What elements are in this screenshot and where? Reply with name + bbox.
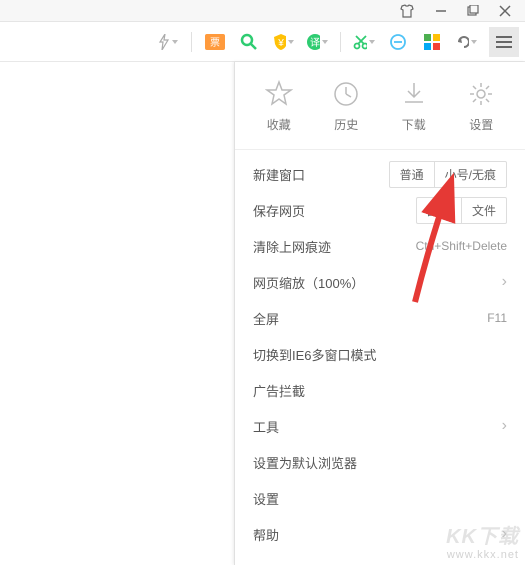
shield-icon[interactable]: ¥ (272, 31, 294, 53)
fullscreen-shortcut: F11 (487, 311, 507, 325)
menu-clear-traces-label: 清除上网痕迹 (253, 237, 331, 256)
settings-label: 设置 (469, 116, 493, 133)
history-label: 历史 (334, 116, 358, 133)
new-window-options: 普通 小号/无痕 (389, 161, 507, 188)
flash-icon[interactable] (157, 31, 179, 53)
undo-icon[interactable] (455, 31, 477, 53)
svg-text:票: 票 (210, 37, 220, 49)
window-titlebar (0, 0, 525, 22)
menu-settings[interactable]: 设置 (235, 480, 525, 516)
save-page-file[interactable]: 文件 (462, 198, 506, 223)
main-menu-panel: 收藏 历史 下载 设置 新建窗口 普通 小号/无痕 保存网页 图片 文件 (234, 62, 525, 565)
svg-text:¥: ¥ (277, 38, 284, 49)
menu-help-label: 帮助 (253, 525, 279, 544)
hamburger-menu-button[interactable] (489, 27, 519, 57)
menu-help[interactable]: 帮助 › (235, 516, 525, 552)
new-window-normal[interactable]: 普通 (390, 162, 435, 187)
menu-fullscreen-label: 全屏 (253, 309, 279, 328)
toolbar: 票 ¥ 译 (0, 22, 525, 62)
chevron-right-icon: › (502, 417, 507, 435)
close-icon[interactable] (499, 5, 511, 17)
menu-adblock-label: 广告拦截 (253, 381, 305, 400)
favorites-label: 收藏 (267, 116, 291, 133)
settings-button[interactable]: 设置 (467, 80, 495, 133)
menu-set-default-label: 设置为默认浏览器 (253, 453, 357, 472)
scissors-icon[interactable] (353, 31, 375, 53)
shirt-icon[interactable] (399, 4, 415, 18)
menu-ie6-mode[interactable]: 切换到IE6多窗口模式 (235, 336, 525, 372)
translate-icon[interactable]: 译 (306, 31, 328, 53)
chevron-right-icon: › (502, 273, 507, 291)
downloads-label: 下载 (402, 116, 426, 133)
menu-ie6-label: 切换到IE6多窗口模式 (253, 345, 377, 364)
save-page-image[interactable]: 图片 (417, 198, 462, 223)
menu-zoom-label: 网页缩放（100%） (253, 273, 364, 292)
clear-traces-shortcut: Ctrl+Shift+Delete (416, 239, 507, 253)
download-icon (400, 80, 428, 108)
apps-icon[interactable] (421, 31, 443, 53)
menu-save-page-label: 保存网页 (253, 201, 305, 220)
menu-list: 新建窗口 普通 小号/无痕 保存网页 图片 文件 清除上网痕迹 Ctrl+Shi… (235, 150, 525, 558)
minimize-icon[interactable] (435, 5, 447, 17)
favorites-button[interactable]: 收藏 (265, 80, 293, 133)
menu-new-window[interactable]: 新建窗口 普通 小号/无痕 (235, 156, 525, 192)
star-icon (265, 80, 293, 108)
history-button[interactable]: 历史 (332, 80, 360, 133)
menu-new-window-label: 新建窗口 (253, 165, 305, 184)
new-window-private[interactable]: 小号/无痕 (435, 162, 506, 187)
menu-fullscreen[interactable]: 全屏 F11 (235, 300, 525, 336)
menu-save-page[interactable]: 保存网页 图片 文件 (235, 192, 525, 228)
menu-set-default[interactable]: 设置为默认浏览器 (235, 444, 525, 480)
menu-zoom[interactable]: 网页缩放（100%） › (235, 264, 525, 300)
menu-settings-label: 设置 (253, 489, 279, 508)
mute-icon[interactable] (387, 31, 409, 53)
menu-clear-traces[interactable]: 清除上网痕迹 Ctrl+Shift+Delete (235, 228, 525, 264)
maximize-icon[interactable] (467, 5, 479, 17)
search-icon[interactable] (238, 31, 260, 53)
menu-tools-label: 工具 (253, 417, 279, 436)
chevron-right-icon: › (502, 525, 507, 543)
menu-adblock[interactable]: 广告拦截 (235, 372, 525, 408)
menu-tools[interactable]: 工具 › (235, 408, 525, 444)
gear-icon (467, 80, 495, 108)
quick-access-row: 收藏 历史 下载 设置 (235, 62, 525, 150)
downloads-button[interactable]: 下载 (400, 80, 428, 133)
ticket-icon[interactable]: 票 (204, 31, 226, 53)
save-page-options: 图片 文件 (416, 197, 507, 224)
clock-icon (332, 80, 360, 108)
svg-text:译: 译 (310, 37, 320, 49)
